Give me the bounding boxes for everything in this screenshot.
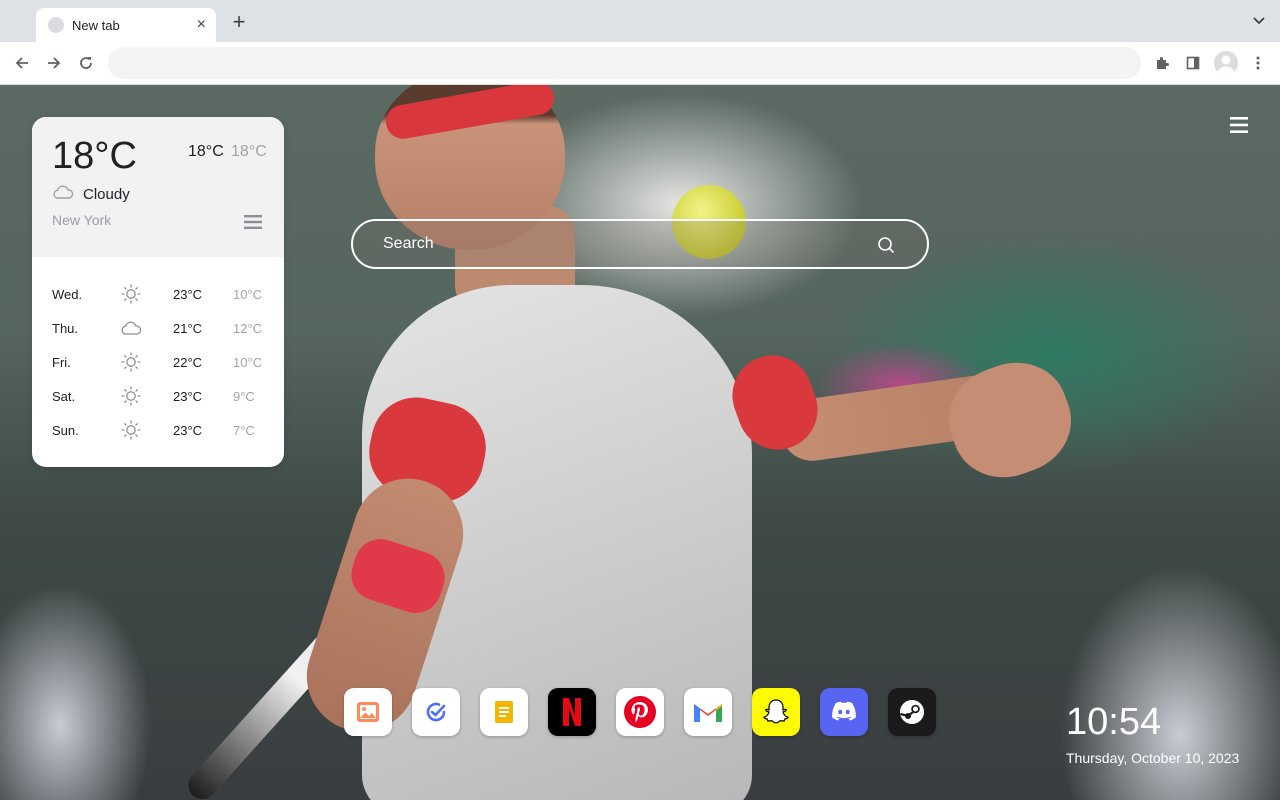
forecast-row: Sat. 23°C 9°C	[32, 385, 284, 409]
snapchat-app[interactable]	[752, 688, 800, 736]
forecast-day: Sun.	[52, 423, 79, 438]
cloud-icon	[53, 185, 74, 199]
search-input[interactable]: Search	[383, 235, 434, 253]
forecast-day: Thu.	[52, 321, 79, 336]
photos-app[interactable]	[344, 688, 392, 736]
forecast-row: Sun. 23°C 7°C	[32, 419, 284, 443]
settings-menu-icon[interactable]	[1230, 117, 1248, 133]
profile-avatar[interactable]	[1214, 51, 1238, 75]
forecast-day: Sat.	[52, 389, 76, 404]
pinterest-app[interactable]	[616, 688, 664, 736]
search-box[interactable]: Search	[351, 219, 929, 269]
forecast-high: 22°C	[173, 355, 203, 370]
sun-icon	[120, 419, 142, 441]
tasks-app[interactable]	[412, 688, 460, 736]
steam-icon	[897, 697, 927, 727]
reload-icon[interactable]	[75, 52, 97, 74]
new-tab-button[interactable]: +	[228, 11, 250, 34]
clock-time: 10:54	[1066, 701, 1162, 743]
search-icon[interactable]	[877, 236, 895, 254]
forecast-high: 21°C	[173, 321, 203, 336]
back-arrow-icon[interactable]	[11, 52, 33, 74]
tab-close-icon[interactable]: ×	[197, 17, 206, 33]
discord-icon	[828, 700, 860, 724]
cloud-icon	[120, 317, 142, 339]
image-icon	[355, 700, 381, 724]
extensions-puzzle-icon[interactable]	[1151, 52, 1173, 74]
forecast-high: 23°C	[173, 287, 203, 302]
tab-search-chevron-icon[interactable]	[1252, 14, 1266, 28]
note-icon	[493, 699, 515, 725]
forecast-high: 23°C	[173, 423, 203, 438]
tab-title: New tab	[72, 17, 120, 33]
forecast-low: 9°C	[233, 389, 255, 404]
snapchat-icon	[761, 697, 791, 727]
address-bar[interactable]	[108, 47, 1141, 79]
discord-app[interactable]	[820, 688, 868, 736]
forecast-row: Fri. 22°C 10°C	[32, 351, 284, 375]
sun-icon	[120, 385, 142, 407]
weather-menu-icon[interactable]	[244, 215, 262, 229]
gmail-icon	[692, 700, 724, 724]
forecast-row: Wed. 23°C 10°C	[32, 283, 284, 307]
new-tab-page: 18°C 18°C 18°C Cloudy New York Wed. 23°C 1…	[0, 85, 1280, 800]
tab-new-tab[interactable]: New tab ×	[36, 8, 216, 42]
clock-date: Thursday, October 10, 2023	[1066, 750, 1240, 766]
steam-app[interactable]	[888, 688, 936, 736]
forward-arrow-icon[interactable]	[43, 52, 65, 74]
pinterest-icon	[623, 695, 657, 729]
side-panel-icon[interactable]	[1182, 52, 1204, 74]
forecast-high: 23°C	[173, 389, 203, 404]
forecast-low: 10°C	[233, 287, 263, 302]
forecast-low: 7°C	[233, 423, 255, 438]
today-high: 18°C	[188, 143, 224, 160]
tab-strip: New tab × +	[0, 0, 1280, 42]
sun-icon	[120, 351, 142, 373]
netflix-icon	[561, 696, 583, 728]
weather-current: 18°C 18°C 18°C Cloudy New York	[32, 117, 284, 257]
forecast-low: 10°C	[233, 355, 263, 370]
sun-icon	[120, 283, 142, 305]
kebab-menu-icon[interactable]	[1247, 52, 1269, 74]
netflix-app[interactable]	[548, 688, 596, 736]
current-temperature: 18°C	[52, 135, 137, 177]
forecast-low: 12°C	[233, 321, 263, 336]
today-low: 18°C	[231, 143, 267, 160]
check-circle-icon	[423, 699, 449, 725]
notes-app[interactable]	[480, 688, 528, 736]
tab-favicon-icon	[48, 17, 64, 33]
weather-widget[interactable]: 18°C 18°C 18°C Cloudy New York Wed. 23°C 1…	[32, 117, 284, 467]
hand-shape	[934, 347, 1086, 493]
gmail-app[interactable]	[684, 688, 732, 736]
browser-toolbar	[0, 42, 1280, 85]
forecast-day: Fri.	[52, 355, 71, 370]
weather-city: New York	[52, 212, 112, 228]
forecast-day: Wed.	[52, 287, 83, 302]
forecast-row: Thu. 21°C 12°C	[32, 317, 284, 341]
weather-condition: Cloudy	[83, 186, 130, 203]
